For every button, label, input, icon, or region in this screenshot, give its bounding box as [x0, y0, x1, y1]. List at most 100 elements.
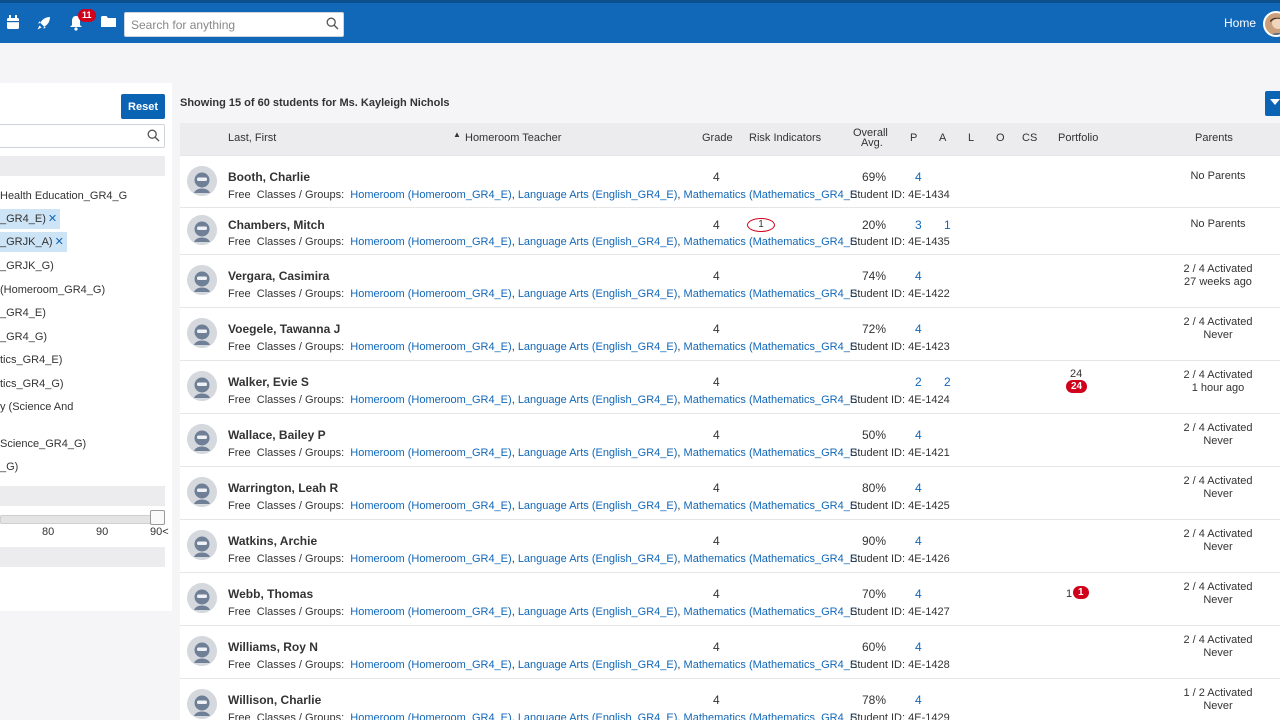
language-arts-link[interactable]: Language Arts (English_GR4_E) [518, 341, 678, 353]
table-row[interactable]: Walker, Evie S Free Classes / Groups: Hom… [180, 360, 1280, 413]
table-row[interactable]: Webb, Thomas Free Classes / Groups: Homer… [180, 572, 1280, 625]
homeroom-link[interactable]: Homeroom (Homeroom_GR4_E) [350, 606, 511, 618]
language-arts-link[interactable]: Language Arts (English_GR4_E) [518, 712, 678, 720]
language-arts-link[interactable]: Language Arts (English_GR4_E) [518, 659, 678, 671]
close-icon[interactable]: ✕ [55, 236, 64, 248]
mathematics-link[interactable]: Mathematics (Mathematics_GR4_E [684, 341, 858, 353]
selected-filter-chip[interactable]: _GR4_E) ✕ [0, 209, 61, 229]
mathematics-link[interactable]: Mathematics (Mathematics_GR4_E [684, 447, 858, 459]
present-count-link[interactable]: 4 [915, 640, 922, 654]
present-count-link[interactable]: 2 [915, 375, 922, 389]
filter-option[interactable]: tics_GR4_E) [0, 354, 62, 366]
present-count-link[interactable]: 4 [915, 693, 922, 707]
present-count-link[interactable]: 4 [915, 322, 922, 336]
sort-ascending-icon[interactable]: ▲ [453, 130, 461, 139]
column-header-risk[interactable]: Risk Indicators [749, 132, 821, 144]
mathematics-link[interactable]: Mathematics (Mathematics_GR4_E [684, 236, 858, 248]
language-arts-link[interactable]: Language Arts (English_GR4_E) [518, 500, 678, 512]
close-icon[interactable]: ✕ [48, 213, 57, 225]
column-header-o[interactable]: O [996, 132, 1005, 144]
table-row[interactable]: Chambers, Mitch Free Classes / Groups: Ho… [180, 207, 1280, 254]
filter-option[interactable]: (Homeroom_GR4_G) [0, 284, 105, 296]
mathematics-link[interactable]: Mathematics (Mathematics_GR4_E [684, 712, 858, 720]
absent-count-link[interactable]: 2 [944, 375, 951, 389]
home-link[interactable]: Home [1224, 16, 1256, 30]
homeroom-link[interactable]: Homeroom (Homeroom_GR4_E) [350, 500, 511, 512]
language-arts-link[interactable]: Language Arts (English_GR4_E) [518, 288, 678, 300]
filter-option[interactable]: y (Science And [0, 401, 73, 413]
present-count-link[interactable]: 3 [915, 218, 922, 232]
global-search[interactable] [124, 12, 344, 37]
column-header-l[interactable]: L [968, 132, 974, 144]
selected-filter-chip[interactable]: _GRJK_A) ✕ [0, 232, 67, 252]
homeroom-link[interactable]: Homeroom (Homeroom_GR4_E) [350, 288, 511, 300]
risk-indicator-badge[interactable]: 1 [747, 218, 775, 232]
present-count-link[interactable]: 4 [915, 534, 922, 548]
actions-dropdown-button[interactable] [1265, 91, 1280, 116]
homeroom-link[interactable]: Homeroom (Homeroom_GR4_E) [350, 447, 511, 459]
student-name[interactable]: Booth, Charlie [228, 170, 310, 184]
filter-search-input[interactable] [0, 124, 165, 148]
student-name[interactable]: Walker, Evie S [228, 375, 309, 389]
present-count-link[interactable]: 4 [915, 269, 922, 283]
student-name[interactable]: Warrington, Leah R [228, 481, 338, 495]
language-arts-link[interactable]: Language Arts (English_GR4_E) [518, 553, 678, 565]
student-name[interactable]: Webb, Thomas [228, 587, 313, 601]
reset-button[interactable]: Reset [121, 94, 165, 119]
homeroom-link[interactable]: Homeroom (Homeroom_GR4_E) [350, 553, 511, 565]
table-row[interactable]: Willison, Charlie Free Classes / Groups: … [180, 678, 1280, 720]
portfolio-new-badge[interactable]: 24 [1066, 380, 1088, 393]
column-header-p[interactable]: P [910, 132, 917, 144]
present-count-link[interactable]: 4 [915, 587, 922, 601]
filter-option[interactable]: Health Education_GR4_G [0, 190, 127, 202]
mathematics-link[interactable]: Mathematics (Mathematics_GR4_E [684, 189, 858, 201]
present-count-link[interactable]: 4 [915, 481, 922, 495]
mathematics-link[interactable]: Mathematics (Mathematics_GR4_E [684, 500, 858, 512]
present-count-link[interactable]: 4 [915, 428, 922, 442]
language-arts-link[interactable]: Language Arts (English_GR4_E) [518, 394, 678, 406]
filter-option[interactable]: tics_GR4_G) [0, 378, 64, 390]
language-arts-link[interactable]: Language Arts (English_GR4_E) [518, 236, 678, 248]
table-row[interactable]: Watkins, Archie Free Classes / Groups: Ho… [180, 519, 1280, 572]
table-row[interactable]: Vergara, Casimira Free Classes / Groups: … [180, 254, 1280, 307]
search-input[interactable] [125, 13, 315, 36]
homeroom-link[interactable]: Homeroom (Homeroom_GR4_E) [350, 341, 511, 353]
calendar-icon[interactable] [6, 15, 20, 33]
homeroom-link[interactable]: Homeroom (Homeroom_GR4_E) [350, 712, 511, 720]
student-name[interactable]: Willison, Charlie [228, 693, 321, 707]
grade-range-slider[interactable] [0, 515, 158, 524]
mathematics-link[interactable]: Mathematics (Mathematics_GR4_E [684, 606, 858, 618]
homeroom-link[interactable]: Homeroom (Homeroom_GR4_E) [350, 236, 511, 248]
student-name[interactable]: Vergara, Casimira [228, 269, 329, 283]
column-header-name[interactable]: Last, First [228, 132, 276, 144]
language-arts-link[interactable]: Language Arts (English_GR4_E) [518, 447, 678, 459]
column-header-portfolio[interactable]: Portfolio [1058, 132, 1100, 144]
column-header-a[interactable]: A [939, 132, 946, 144]
search-icon[interactable] [326, 17, 339, 33]
student-name[interactable]: Wallace, Bailey P [228, 428, 326, 442]
portfolio-new-badge[interactable]: 1 [1073, 586, 1089, 599]
mathematics-link[interactable]: Mathematics (Mathematics_GR4_E [684, 394, 858, 406]
language-arts-link[interactable]: Language Arts (English_GR4_E) [518, 606, 678, 618]
column-header-cs[interactable]: CS [1022, 132, 1037, 144]
filter-option[interactable]: _G) [0, 461, 18, 473]
mathematics-link[interactable]: Mathematics (Mathematics_GR4_E [684, 288, 858, 300]
mathematics-link[interactable]: Mathematics (Mathematics_GR4_E [684, 659, 858, 671]
absent-count-link[interactable]: 1 [944, 218, 951, 232]
filter-option[interactable]: _GRJK_G) [0, 260, 54, 272]
search-icon[interactable] [147, 129, 160, 145]
slider-handle[interactable] [150, 510, 165, 525]
student-name[interactable]: Chambers, Mitch [228, 218, 325, 232]
filter-option[interactable]: Science_GR4_G) [0, 438, 86, 450]
column-header-grade[interactable]: Grade [702, 132, 733, 144]
table-row[interactable]: Williams, Roy N Free Classes / Groups: Ho… [180, 625, 1280, 678]
table-row[interactable]: Wallace, Bailey P Free Classes / Groups: … [180, 413, 1280, 466]
mathematics-link[interactable]: Mathematics (Mathematics_GR4_E [684, 553, 858, 565]
column-header-parents[interactable]: Parents [1195, 132, 1233, 144]
homeroom-link[interactable]: Homeroom (Homeroom_GR4_E) [350, 394, 511, 406]
student-name[interactable]: Voegele, Tawanna J [228, 322, 340, 336]
student-name[interactable]: Williams, Roy N [228, 640, 318, 654]
folder-icon[interactable] [101, 15, 116, 31]
filter-option[interactable]: _GR4_E) [0, 307, 46, 319]
homeroom-link[interactable]: Homeroom (Homeroom_GR4_E) [350, 189, 511, 201]
